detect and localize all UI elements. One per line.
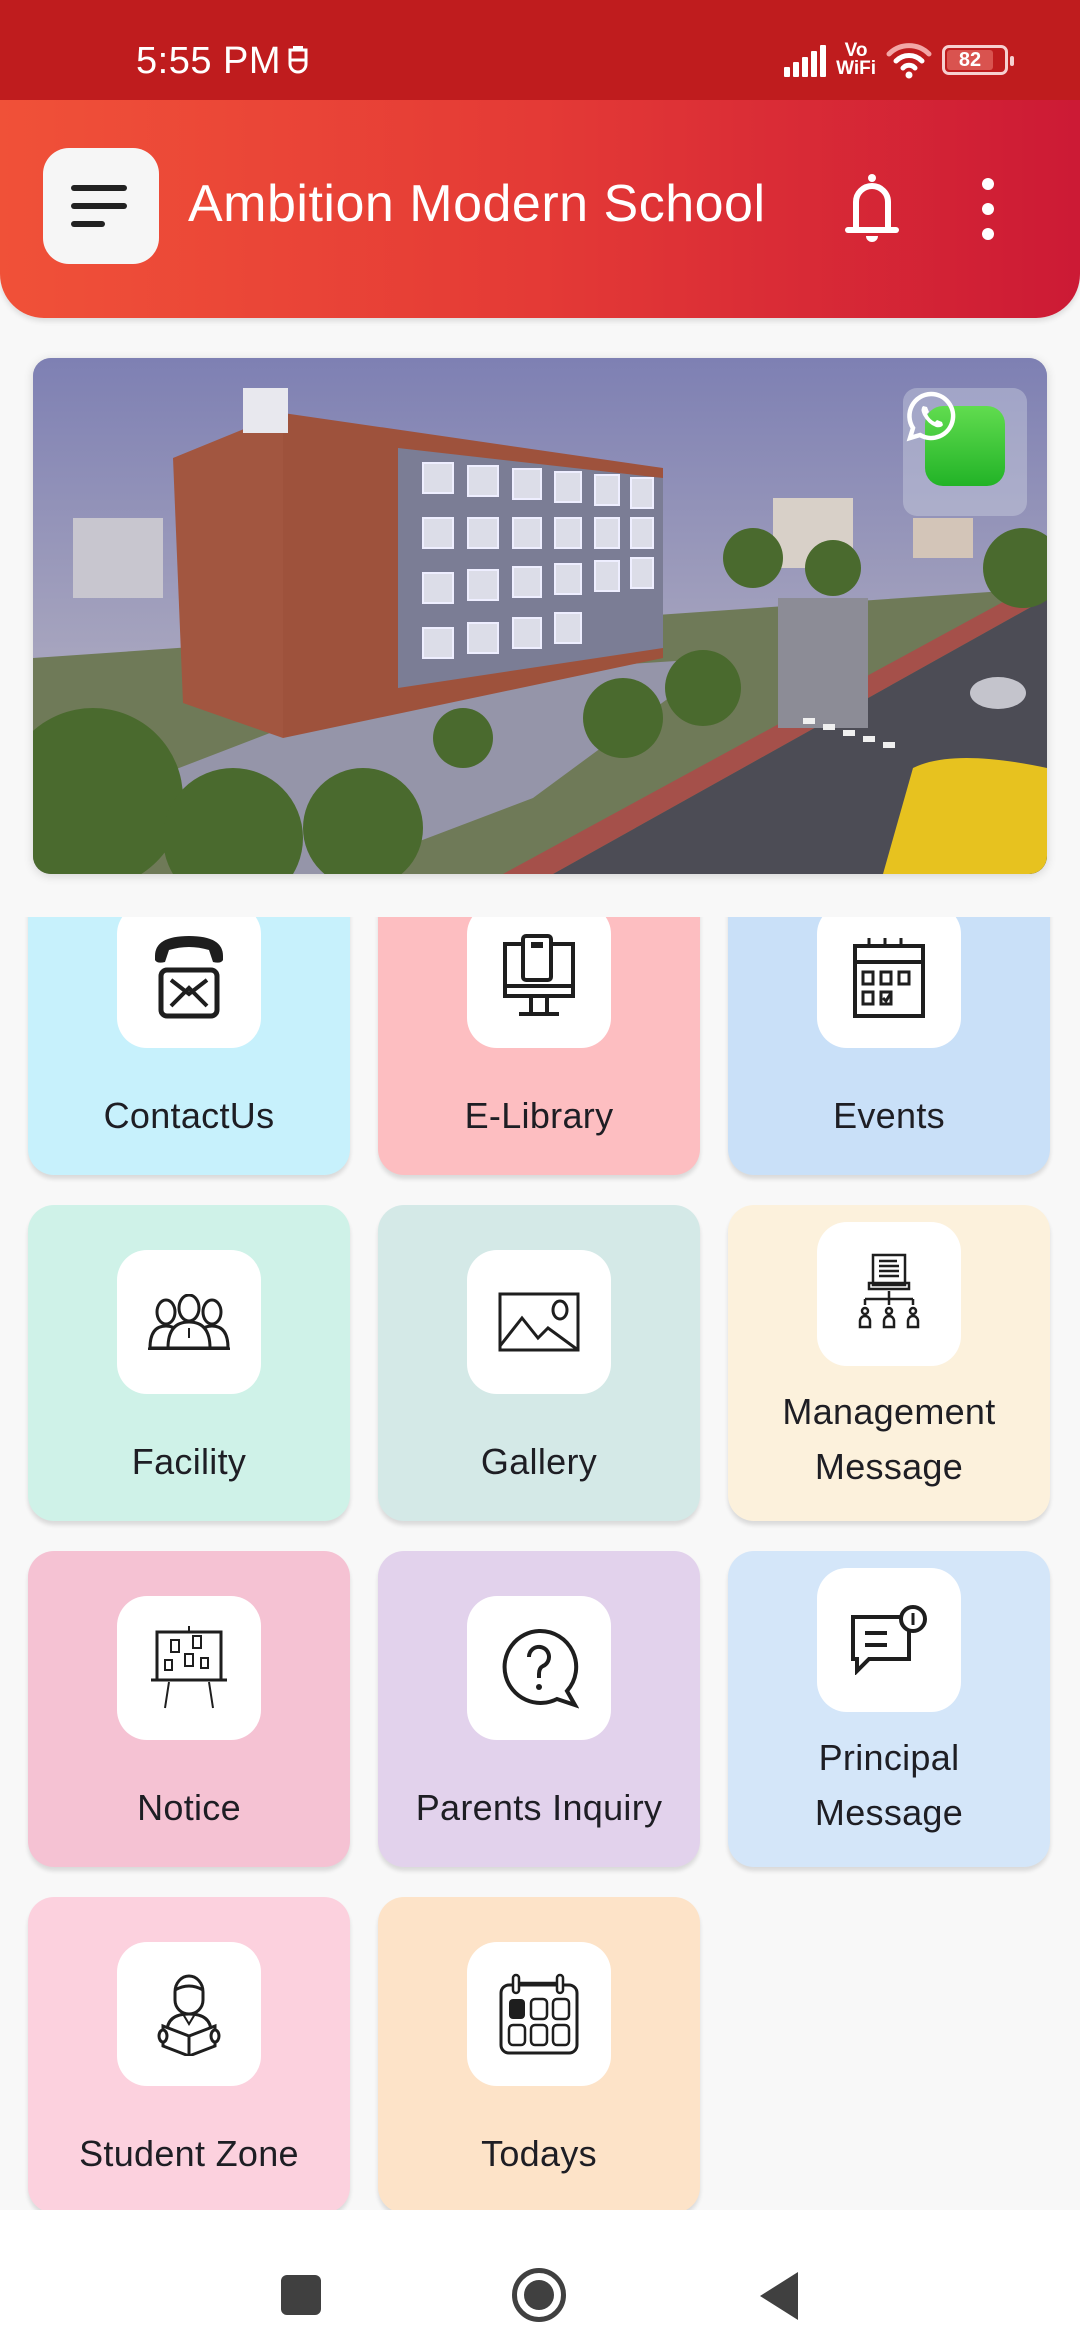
- calendar-today-icon: [467, 1942, 611, 2086]
- back-icon[interactable]: [760, 2272, 798, 2320]
- tile-contact-us[interactable]: ContactUs: [28, 917, 350, 1175]
- tile-gallery[interactable]: Gallery: [378, 1205, 700, 1521]
- system-nav-bar: [0, 2210, 1080, 2340]
- phone-mail-icon: [117, 917, 261, 1048]
- tile-label: Student Zone: [79, 2133, 299, 2174]
- vowifi-icon: Vo WiFi: [836, 41, 876, 79]
- notification-app-icon: [288, 46, 308, 74]
- menu-button[interactable]: [43, 148, 159, 264]
- tile-label: Management Message: [782, 1391, 996, 1487]
- bell-icon[interactable]: [842, 170, 902, 248]
- tile-label: ContactUs: [103, 1095, 275, 1136]
- hierarchy-document-icon: [817, 1222, 961, 1366]
- status-bar: 5:55 PM Vo WiFi 82: [0, 0, 1080, 100]
- tile-label: Events: [833, 1095, 945, 1136]
- tile-label: Gallery: [480, 1441, 598, 1482]
- group-people-icon: [117, 1250, 261, 1394]
- tile-student-zone[interactable]: Student Zone: [28, 1897, 350, 2210]
- tile-principal-message[interactable]: Principal Message: [728, 1551, 1050, 1867]
- tile-events[interactable]: Events: [728, 917, 1050, 1175]
- tile-label: Facility: [131, 1441, 247, 1482]
- tile-facility[interactable]: Facility: [28, 1205, 350, 1521]
- status-icons: Vo WiFi 82: [784, 36, 1014, 84]
- whatsapp-icon: [906, 391, 1005, 486]
- menu-grid: ContactUs E-Library Events Facility Gall…: [28, 917, 1052, 2210]
- tile-label: Principal Message: [814, 1737, 964, 1833]
- menu-grid-viewport[interactable]: ContactUs E-Library Events Facility Gall…: [0, 917, 1080, 2210]
- tile-parents-inquiry[interactable]: Parents Inquiry: [378, 1551, 700, 1867]
- vowifi-bottom: WiFi: [836, 58, 876, 79]
- image-icon: [467, 1250, 611, 1394]
- battery-level: 82: [947, 49, 993, 71]
- tile-label: Todays: [481, 2133, 597, 2174]
- app-screen: 5:55 PM Vo WiFi 82 Ambition Modern Schoo…: [0, 0, 1080, 2340]
- tile-label: Parents Inquiry: [415, 1787, 663, 1828]
- computer-book-icon: [467, 917, 611, 1048]
- school-building-illustration: [33, 358, 1047, 874]
- tile-label: E-Library: [464, 1095, 614, 1136]
- battery-icon: 82: [942, 45, 1014, 75]
- app-title: Ambition Modern School: [188, 175, 766, 233]
- home-icon[interactable]: [512, 2268, 566, 2322]
- chat-alert-icon: [817, 1568, 961, 1712]
- signal-icon: [784, 43, 827, 77]
- tile-e-library[interactable]: E-Library: [378, 917, 700, 1175]
- status-time: 5:55 PM: [136, 40, 282, 82]
- tile-todays[interactable]: Todays: [378, 1897, 700, 2210]
- more-vertical-icon[interactable]: [970, 178, 1006, 240]
- student-reading-icon: [117, 1942, 261, 2086]
- recent-apps-icon[interactable]: [281, 2275, 321, 2315]
- calendar-check-icon: [817, 917, 961, 1048]
- tile-management-message[interactable]: Management Message: [728, 1205, 1050, 1521]
- notice-board-icon: [117, 1596, 261, 1740]
- tile-label: Notice: [137, 1787, 241, 1828]
- hamburger-menu-icon: [71, 185, 127, 191]
- question-bubble-icon: [467, 1596, 611, 1740]
- school-banner-image: [33, 358, 1047, 874]
- whatsapp-button[interactable]: [903, 388, 1027, 516]
- wifi-icon: [886, 43, 932, 79]
- tile-notice[interactable]: Notice: [28, 1551, 350, 1867]
